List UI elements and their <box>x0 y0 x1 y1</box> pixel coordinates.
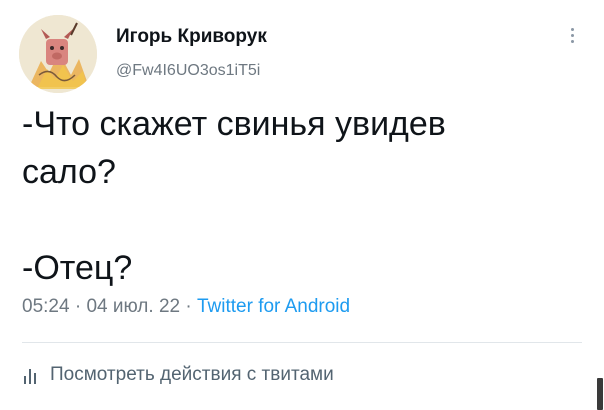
tweet-card: Игорь Криворук @Fw4I6UO3os1iT5i -Что ска… <box>0 0 604 410</box>
author-name[interactable]: Игорь Криворук <box>116 26 267 48</box>
tweet-line: -Что скажет свинья увидев <box>22 105 446 143</box>
avatar[interactable] <box>19 15 97 93</box>
tweet-text: -Что скажет свинья увидев сало? -Отец? <box>22 100 582 292</box>
tweet-date[interactable]: 04 июл. 22 <box>86 296 180 317</box>
tweet-line <box>22 196 582 244</box>
scrollbar[interactable] <box>597 378 603 410</box>
bar-chart-icon <box>24 369 36 384</box>
view-activity-label: Посмотреть действия с твитами <box>50 364 334 385</box>
author-handle[interactable]: @Fw4I6UO3os1iT5i <box>116 62 260 80</box>
tweet-source-link[interactable]: Twitter for Android <box>197 296 350 317</box>
more-vertical-icon[interactable] <box>566 28 578 50</box>
tweet-line: -Отец? <box>22 249 133 287</box>
cartoon-pig-avatar-icon <box>19 15 97 93</box>
tweet-time[interactable]: 05:24 <box>22 296 70 317</box>
meta-separator: · <box>185 296 192 317</box>
tweet-meta: 05:24 · 04 июл. 22 · Twitter for Android <box>22 296 350 318</box>
view-activity-button[interactable]: Посмотреть действия с твитами <box>22 360 334 390</box>
meta-separator: · <box>74 296 82 317</box>
tweet-line: сало? <box>22 153 116 191</box>
divider <box>22 342 582 343</box>
